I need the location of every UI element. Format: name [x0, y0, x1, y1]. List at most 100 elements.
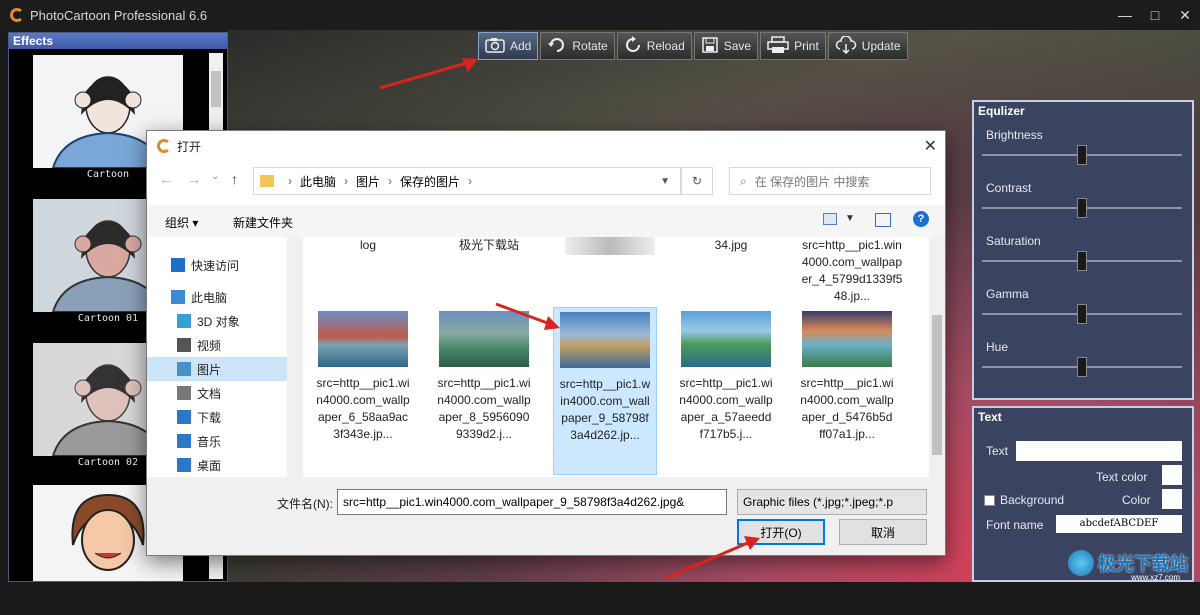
equalizer-panel: Equlizer Brightness Contrast Saturation Gam… [972, 100, 1194, 400]
up-arrow-icon[interactable]: ↑ [231, 171, 238, 187]
image-thumbnail [802, 311, 892, 367]
dialog-title: 打开 [177, 139, 202, 154]
file-item[interactable]: src=http__pic1.win4000.com_wallpaper_a_5… [674, 307, 778, 475]
cube-icon [177, 314, 191, 328]
nav-item[interactable]: 下载 [147, 405, 287, 429]
file-item[interactable]: src=http__pic1.win4000.com_wallpaper_8_5… [432, 307, 536, 475]
update-label: Update [861, 39, 901, 53]
forward-arrow-icon[interactable]: → [187, 171, 201, 187]
folder-icon [260, 175, 274, 187]
refresh-button[interactable]: ↻ [681, 167, 713, 195]
star-icon [171, 258, 185, 272]
window-controls: — □ ✕ [1110, 0, 1200, 30]
address-dropdown-icon[interactable]: ▼ [660, 176, 670, 187]
document-icon [177, 386, 191, 400]
image-thumbnail [318, 311, 408, 367]
view-options-icon[interactable] [823, 213, 837, 225]
add-label: Add [510, 39, 532, 53]
nav-item[interactable]: 快速访问 [147, 253, 287, 277]
filename-input[interactable]: src=http__pic1.win4000.com_wallpaper_9_5… [337, 489, 727, 515]
dialog-bottom-bar: 文件名(N): src=http__pic1.win4000.com_wallp… [147, 477, 945, 555]
nav-item-label: 此电脑 [191, 290, 228, 305]
add-button[interactable]: Add [478, 32, 539, 60]
main-toolbar: Add Rotate Reload Save Print Update [478, 32, 908, 60]
slider-label-contrast: Contrast [986, 181, 1032, 195]
minimize-button[interactable]: — [1110, 0, 1140, 30]
file-item[interactable]: 34.jpg [680, 237, 782, 254]
file-name: src=http__pic1.win4000.com_wallpaper_d_5… [800, 376, 894, 441]
file-item[interactable]: src=http__pic1.win4000.com_wallpaper_9_5… [553, 307, 657, 475]
maximize-button[interactable]: □ [1140, 0, 1170, 30]
text-input[interactable] [1016, 441, 1182, 461]
rotate-button[interactable]: Rotate [540, 32, 615, 60]
scrollbar-thumb[interactable] [932, 315, 942, 455]
file-item[interactable]: src=http__pic1.win4000.com_wallpaper_d_5… [795, 307, 899, 475]
save-button[interactable]: Save [693, 32, 759, 60]
address-bar[interactable]: › 此电脑 › 图片 › 保存的图片 › ▼ [253, 167, 681, 195]
help-icon[interactable]: ? [913, 211, 929, 227]
slider-thumb-hue[interactable] [1077, 357, 1087, 377]
nav-item[interactable]: 图片 [147, 357, 287, 381]
nav-item-label: 音乐 [197, 434, 222, 449]
scrollbar-thumb[interactable] [211, 71, 221, 107]
file-item[interactable]: log [317, 237, 419, 254]
filename-label: 文件名(N): [277, 497, 333, 511]
nav-item[interactable]: 此电脑 [147, 285, 287, 309]
file-item[interactable]: src=http__pic1.win4000.com_wallpaper_6_5… [311, 307, 415, 475]
breadcrumb-separator: › [468, 174, 473, 188]
command-bar: 组织 ▾ 新建文件夹 ▼ ? [147, 205, 945, 237]
search-box[interactable]: ⌕ 在 保存的图片 中搜索 [729, 167, 931, 195]
breadcrumb-item[interactable]: 此电脑 [300, 173, 336, 190]
nav-item[interactable]: 文档 [147, 381, 287, 405]
file-item[interactable]: 极光下载站 [438, 237, 540, 254]
print-button[interactable]: Print [760, 32, 826, 60]
watermark-logo-icon [1068, 550, 1094, 576]
file-list-scrollbar[interactable] [929, 237, 945, 477]
text-color-swatch[interactable] [1162, 465, 1182, 485]
filetype-select[interactable]: Graphic files (*.jpg;*.jpeg;*.p [737, 489, 927, 515]
music-icon [177, 434, 191, 448]
file-list: log 极光下载站 34.jpg src=http__pic1.win4000.com… [303, 237, 945, 477]
slider-thumb-gamma[interactable] [1077, 304, 1087, 324]
cancel-button[interactable]: 取消 [839, 519, 927, 545]
text-label: Text [986, 444, 1009, 458]
file-item[interactable] [559, 237, 661, 255]
file-name: src=http__pic1.win4000.com_wallpaper_6_5… [316, 376, 410, 441]
reload-button[interactable]: Reload [616, 32, 692, 60]
view-dropdown-icon[interactable]: ▼ [845, 213, 855, 224]
close-button[interactable]: ✕ [1170, 0, 1200, 30]
font-name-button[interactable]: abcdefABCDEF [1056, 515, 1182, 533]
preview-pane-icon[interactable] [875, 213, 891, 227]
dialog-close-icon[interactable]: ✕ [924, 136, 937, 156]
breadcrumb-item[interactable]: 保存的图片 [400, 173, 460, 190]
nav-item[interactable]: 桌面 [147, 453, 287, 477]
background-checkbox[interactable] [984, 495, 995, 506]
new-folder-button[interactable]: 新建文件夹 [233, 214, 293, 231]
printer-icon [767, 35, 789, 57]
background-label: Background [1000, 493, 1065, 507]
nav-item[interactable]: 3D 对象 [147, 309, 287, 333]
slider-thumb-brightness[interactable] [1077, 145, 1087, 165]
organize-menu[interactable]: 组织 ▾ [165, 214, 198, 231]
slider-label-gamma: Gamma [986, 287, 1029, 301]
file-item[interactable]: src=http__pic1.win4000.com_wallpaper_4_5… [801, 237, 903, 305]
blurred-thumbnail [565, 237, 655, 255]
refresh-icon: ↻ [691, 174, 703, 188]
rotate-icon [547, 36, 567, 57]
recent-chevron-icon[interactable]: ⌄ [211, 171, 219, 182]
breadcrumb-item[interactable]: 图片 [356, 173, 380, 190]
dialog-app-icon [157, 139, 171, 153]
slider-label-saturation: Saturation [986, 234, 1041, 248]
nav-item-label: 快速访问 [191, 258, 240, 273]
update-button[interactable]: Update [827, 32, 908, 60]
background-color-swatch[interactable] [1162, 489, 1182, 509]
slider-thumb-saturation[interactable] [1077, 251, 1087, 271]
back-arrow-icon[interactable]: ← [159, 171, 173, 187]
video-icon [177, 338, 191, 352]
slider-thumb-contrast[interactable] [1077, 198, 1087, 218]
open-button[interactable]: 打开(O) [737, 519, 825, 545]
download-icon [177, 410, 191, 424]
nav-item[interactable]: 音乐 [147, 429, 287, 453]
nav-pane-scrollbar[interactable] [287, 237, 303, 477]
nav-item[interactable]: 视频 [147, 333, 287, 357]
